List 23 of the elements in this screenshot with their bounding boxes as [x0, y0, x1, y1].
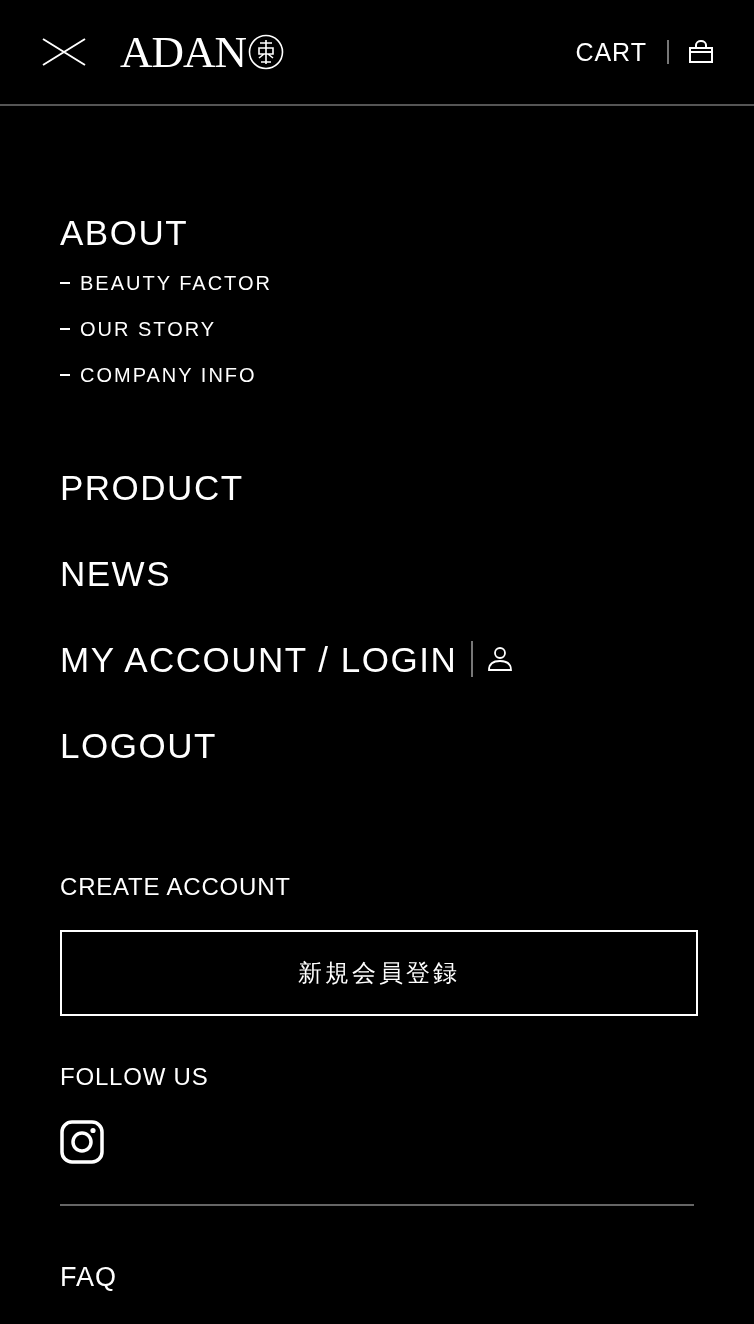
- user-icon[interactable]: [487, 646, 514, 672]
- instagram-icon[interactable]: [60, 1120, 104, 1164]
- dash-mark: [60, 374, 70, 376]
- close-icon[interactable]: [42, 38, 86, 66]
- section-heading: FOLLOW US: [60, 1062, 209, 1092]
- menu-link[interactable]: LOGOUT: [60, 727, 217, 763]
- dash-mark: [60, 282, 70, 284]
- section-heading: CREATE ACCOUNT: [60, 872, 291, 902]
- bag-icon[interactable]: [688, 40, 714, 64]
- submenu-link[interactable]: OUR STORY: [80, 317, 217, 341]
- cart-link[interactable]: CART: [575, 37, 647, 67]
- submenu-link[interactable]: BEAUTY FACTOR: [80, 271, 272, 295]
- menu-link[interactable]: PRODUCT: [60, 469, 244, 505]
- menu-link[interactable]: NEWS: [60, 555, 171, 591]
- menu-link[interactable]: ABOUT: [60, 214, 189, 250]
- register-button[interactable]: 新規会員登録: [60, 930, 698, 1016]
- logo-text: ADAN: [120, 29, 246, 75]
- submenu-link[interactable]: COMPANY INFO: [80, 363, 257, 387]
- menu-link[interactable]: MY ACCOUNT / LOGIN: [60, 641, 458, 677]
- dash-mark: [60, 328, 70, 330]
- emblem-icon: [248, 34, 284, 70]
- logo[interactable]: ADAN: [120, 29, 284, 75]
- footer-link[interactable]: FAQ: [60, 1262, 117, 1292]
